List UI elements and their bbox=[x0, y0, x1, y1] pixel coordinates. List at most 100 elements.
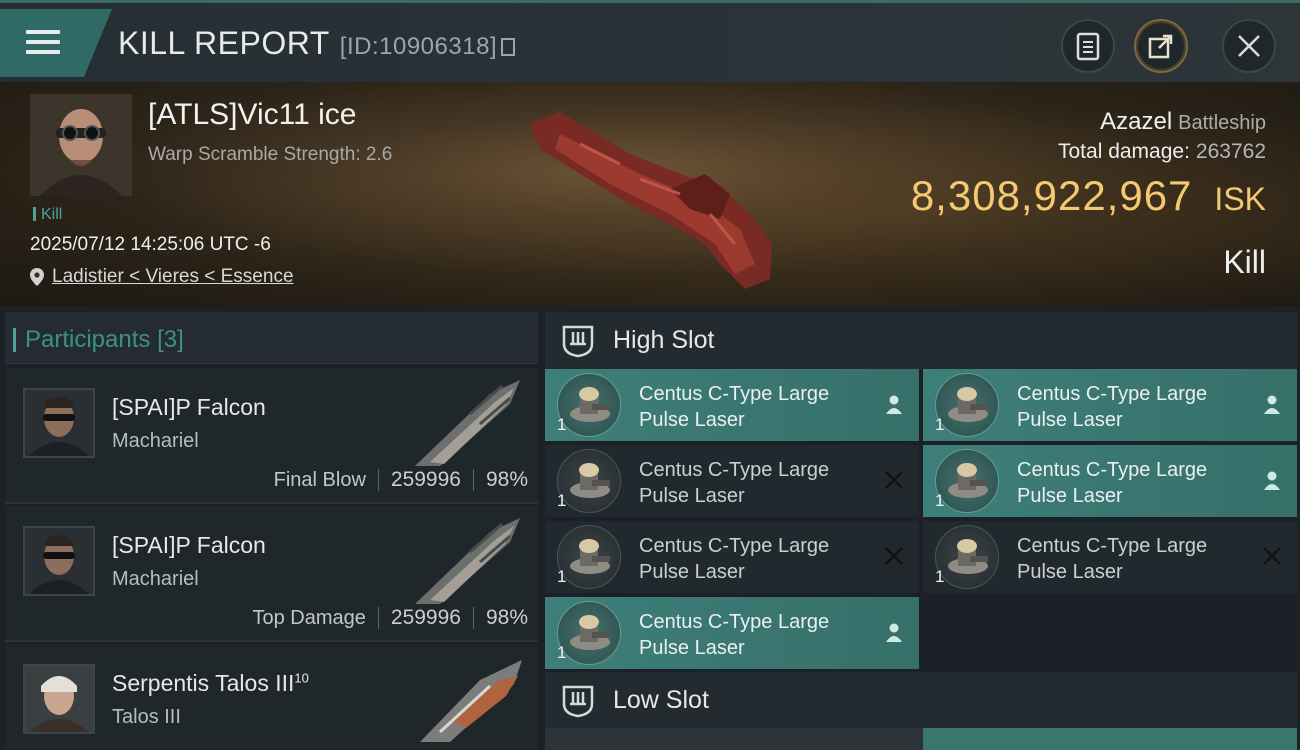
location-pin-icon bbox=[30, 268, 44, 286]
report-id: [ID:10906318] bbox=[339, 33, 498, 60]
result-label: Kill bbox=[1223, 244, 1266, 280]
pilot-icon bbox=[886, 395, 902, 414]
participant-percent: 98% bbox=[485, 606, 528, 629]
high-slot-header: High Slot bbox=[545, 312, 1297, 370]
ship-name[interactable]: Azazel bbox=[1100, 108, 1172, 135]
module-name: Centus C-Type Large Pulse Laser bbox=[639, 533, 869, 585]
participant-row[interactable]: [SPAI]P Falcon Machariel Top Damage 2599… bbox=[5, 506, 538, 642]
participant-avatar bbox=[23, 526, 95, 596]
module-quantity: 1 bbox=[557, 567, 567, 586]
module-name: Centus C-Type Large Pulse Laser bbox=[1017, 533, 1247, 585]
module-name-line1: Centus C-Type Large bbox=[639, 611, 830, 633]
participants-title: Participants [3] bbox=[13, 326, 184, 354]
low-slot-modules-peek[interactable] bbox=[545, 728, 1297, 750]
pulse-laser-icon bbox=[935, 373, 999, 437]
low-slot-label: Low Slot bbox=[613, 686, 709, 714]
module-name-line1: Centus C-Type Large bbox=[1017, 459, 1208, 481]
module-name-line2: Pulse Laser bbox=[1017, 561, 1123, 583]
pilot-icon bbox=[886, 623, 902, 642]
close-icon bbox=[1238, 35, 1260, 57]
copy-icon[interactable] bbox=[501, 38, 516, 56]
module-quantity: 1 bbox=[557, 491, 567, 510]
module-quantity: 1 bbox=[935, 415, 945, 434]
warp-scramble-strength: Warp Scramble Strength: 2.6 bbox=[148, 144, 393, 165]
top-bar: KILL REPORT [ID:10906318] bbox=[0, 0, 1300, 82]
participant-name: [SPAI]P Falcon bbox=[112, 394, 266, 421]
pulse-laser-icon bbox=[557, 373, 621, 437]
participant-row[interactable]: Serpentis Talos III10 Talos III bbox=[5, 644, 538, 750]
participant-ship: Talos III bbox=[112, 706, 181, 728]
pulse-laser-icon bbox=[935, 525, 999, 589]
module-name-line1: Centus C-Type Large bbox=[639, 383, 830, 405]
module-name-line2: Pulse Laser bbox=[639, 485, 745, 507]
module-quantity: 1 bbox=[935, 567, 945, 586]
participant-role: Final Blow bbox=[273, 468, 366, 491]
ship-class: Battleship bbox=[1178, 112, 1266, 134]
menu-button[interactable] bbox=[0, 9, 112, 77]
participant-ship-image bbox=[420, 660, 522, 742]
clipboard-button[interactable] bbox=[1061, 19, 1115, 73]
module-tile[interactable]: 1 Centus C-Type Large Pulse Laser bbox=[545, 521, 919, 593]
participant-stats: Top Damage 259996 98% bbox=[252, 606, 528, 630]
module-name: Centus C-Type Large Pulse Laser bbox=[1017, 457, 1247, 509]
participants-label: Participants bbox=[25, 326, 151, 353]
module-quantity: 1 bbox=[935, 491, 945, 510]
participant-damage: 259996 bbox=[390, 606, 461, 629]
title-text: KILL REPORT bbox=[118, 25, 330, 61]
participant-row[interactable]: [SPAI]P Falcon Machariel Final Blow 2599… bbox=[5, 368, 538, 504]
module-name: Centus C-Type Large Pulse Laser bbox=[1017, 381, 1247, 433]
victim-banner: [ATLS]Vic11 ice Warp Scramble Strength: … bbox=[0, 82, 1300, 306]
module-name-line2: Pulse Laser bbox=[1017, 485, 1123, 507]
participant-name-text: [SPAI]P Falcon bbox=[112, 532, 266, 558]
participant-percent: 98% bbox=[485, 468, 528, 491]
isk-unit: ISK bbox=[1214, 181, 1266, 217]
pilot-icon bbox=[1264, 395, 1280, 414]
share-button[interactable] bbox=[1134, 19, 1188, 73]
module-tile[interactable]: 1 Centus C-Type Large Pulse Laser bbox=[923, 445, 1297, 517]
pulse-laser-icon bbox=[557, 525, 621, 589]
pulse-laser-icon bbox=[935, 449, 999, 513]
low-slot-icon bbox=[562, 685, 594, 718]
participant-ship: Machariel bbox=[112, 430, 199, 452]
module-name-line2: Pulse Laser bbox=[1017, 409, 1123, 431]
kill-type-tag: Kill bbox=[33, 206, 62, 224]
victim-portrait[interactable] bbox=[30, 94, 132, 196]
pulse-laser-icon bbox=[557, 601, 621, 665]
clipboard-icon bbox=[1076, 32, 1100, 61]
victim-ship-image bbox=[530, 112, 772, 289]
share-icon bbox=[1148, 34, 1173, 59]
module-name: Centus C-Type Large Pulse Laser bbox=[639, 609, 869, 661]
module-tile[interactable]: 1 Centus C-Type Large Pulse Laser bbox=[923, 369, 1297, 441]
participant-ship: Machariel bbox=[112, 568, 199, 590]
module-tile[interactable]: 1 Centus C-Type Large Pulse Laser bbox=[545, 369, 919, 441]
module-quantity: 1 bbox=[557, 643, 567, 662]
participant-stats: Final Blow 259996 98% bbox=[274, 468, 528, 492]
module-name: Centus C-Type Large Pulse Laser bbox=[639, 457, 869, 509]
total-damage: Total damage: 263762 bbox=[1058, 140, 1266, 164]
victim-pilot-name[interactable]: [ATLS]Vic11 ice bbox=[148, 98, 356, 132]
participant-avatar bbox=[23, 388, 95, 458]
total-damage-value: 263762 bbox=[1195, 140, 1266, 163]
participants-header[interactable]: Participants [3] bbox=[5, 312, 538, 364]
kill-location[interactable]: Ladistier < Vieres < Essence bbox=[30, 266, 294, 288]
isk-value: 8,308,922,967 bbox=[910, 172, 1193, 219]
destroyed-x-icon bbox=[885, 547, 903, 565]
module-quantity: 1 bbox=[557, 415, 567, 434]
module-name-line1: Centus C-Type Large bbox=[639, 459, 830, 481]
total-damage-label: Total damage: bbox=[1058, 140, 1190, 163]
page-title: KILL REPORT [ID:10906318] bbox=[118, 25, 516, 62]
destroyed-x-icon bbox=[885, 471, 903, 489]
participant-name: Serpentis Talos III10 bbox=[112, 670, 309, 697]
module-name-line1: Centus C-Type Large bbox=[639, 535, 830, 557]
close-button[interactable] bbox=[1222, 19, 1276, 73]
module-tile[interactable]: 1 Centus C-Type Large Pulse Laser bbox=[545, 597, 919, 669]
module-name-line2: Pulse Laser bbox=[639, 409, 745, 431]
module-tile[interactable]: 1 Centus C-Type Large Pulse Laser bbox=[545, 445, 919, 517]
victim-ship: Azazel Battleship bbox=[1100, 108, 1266, 136]
module-tile[interactable]: 1 Centus C-Type Large Pulse Laser bbox=[923, 521, 1297, 593]
destroyed-x-icon bbox=[1263, 547, 1281, 565]
participant-damage: 259996 bbox=[390, 468, 461, 491]
location-link[interactable]: Ladistier < Vieres < Essence bbox=[52, 266, 294, 288]
hamburger-menu-icon bbox=[26, 30, 60, 60]
pilot-icon bbox=[1264, 471, 1280, 490]
